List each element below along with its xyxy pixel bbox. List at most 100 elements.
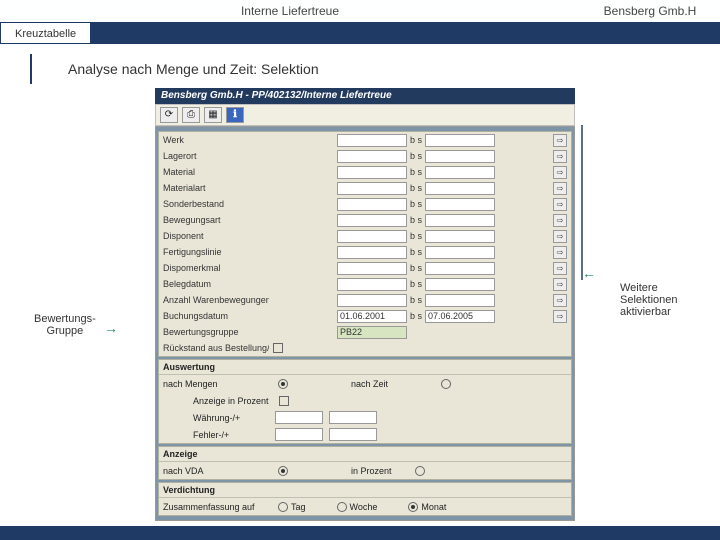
annotation-left: Bewertungs-Gruppe [34,313,96,337]
radio[interactable] [278,502,288,512]
sel-label: Bewegungsart [159,215,269,225]
sel-mid: b s [407,311,425,321]
row-label: Währung-/+ [163,413,275,423]
sel-from[interactable] [337,198,407,211]
sel-from[interactable] [337,214,407,227]
sel-from[interactable] [337,230,407,243]
multi-select-icon[interactable]: ⇨ [553,214,567,227]
group-title: Verdichtung [159,483,571,498]
sel-to[interactable] [425,150,495,163]
sel-from[interactable] [337,262,407,275]
sap-window: Bensberg Gmb.H - PP/402132/Interne Liefe… [155,88,575,521]
sel-to[interactable] [425,182,495,195]
sel-from[interactable] [337,134,407,147]
sel-label: Rückstand aus Bestellung/LP [159,343,269,353]
sel-to[interactable]: 07.06.2005 [425,310,495,323]
opt-label: Tag [291,502,306,512]
row-label: Fehler-/+ [163,430,275,440]
tab-kreuztabelle[interactable]: Kreuztabelle [0,22,91,44]
sel-to[interactable] [425,294,495,307]
sel-mid: b s [407,247,425,257]
toolbar-btn-grid[interactable]: ▦ [204,107,222,123]
row-label: nach VDA [163,466,275,476]
selection-panel: Werkb s⇨ Lagerortb s⇨ Materialb s⇨ Mater… [158,131,572,357]
bracket-line [581,125,583,280]
input[interactable] [275,411,323,424]
radio[interactable] [278,379,288,389]
sel-from[interactable] [337,294,407,307]
tab-row: Kreuztabelle [0,22,720,44]
row-label: Zusammenfassung auf [163,502,275,512]
sel-to[interactable] [425,230,495,243]
multi-select-icon[interactable]: ⇨ [553,278,567,291]
sel-label: Materialart [159,183,269,193]
sel-mid: b s [407,151,425,161]
multi-select-icon[interactable]: ⇨ [553,294,567,307]
sel-from[interactable] [337,278,407,291]
sel-from[interactable] [337,246,407,259]
sel-to[interactable] [425,246,495,259]
sel-from[interactable]: 01.06.2001 [337,310,407,323]
brand-label: Bensberg Gmb.H [580,0,720,22]
sel-from[interactable] [337,182,407,195]
sel-label: Disponent [159,231,269,241]
sel-mid: b s [407,263,425,273]
sel-mid: b s [407,279,425,289]
section-heading: Analyse nach Menge und Zeit: Selektion [30,54,720,84]
group-title: Auswertung [159,360,571,375]
row-label: nach Mengen [163,379,275,389]
sel-to[interactable] [425,214,495,227]
sel-to[interactable] [425,262,495,275]
toolbar-btn-info[interactable]: ℹ [226,107,244,123]
multi-select-icon[interactable]: ⇨ [553,246,567,259]
sel-label: Fertigungslinie [159,247,269,257]
eval-panel: Auswertung nach Mengennach Zeit Anzeige … [158,359,572,444]
sel-label: Belegdatum [159,279,269,289]
input[interactable] [329,411,377,424]
sel-from[interactable] [337,150,407,163]
sel-to[interactable] [425,278,495,291]
multi-select-icon[interactable]: ⇨ [553,134,567,147]
multi-select-icon[interactable]: ⇨ [553,310,567,323]
sel-mid: b s [407,295,425,305]
toolbar-btn-execute[interactable]: ⟳ [160,107,178,123]
input[interactable] [329,428,377,441]
bottom-bar [0,526,720,540]
checkbox[interactable] [279,396,289,406]
radio[interactable] [415,466,425,476]
sel-to[interactable] [425,198,495,211]
sel-label: Anzahl Warenbewegungen [159,295,269,305]
multi-select-icon[interactable]: ⇨ [553,166,567,179]
compact-panel: Verdichtung Zusammenfassung auf Tag Woch… [158,482,572,516]
radio[interactable] [337,502,347,512]
sel-from[interactable] [337,166,407,179]
radio[interactable] [441,379,451,389]
sel-mid: b s [407,215,425,225]
sel-label: Buchungsdatum [159,311,269,321]
sel-label: Bewertungsgruppe [159,327,269,337]
sap-title: Bensberg Gmb.H - PP/402132/Interne Liefe… [155,88,575,104]
sel-label: Sonderbestand [159,199,269,209]
multi-select-icon[interactable]: ⇨ [553,182,567,195]
sel-from[interactable]: PB22 [337,326,407,339]
radio[interactable] [408,502,418,512]
input[interactable] [275,428,323,441]
sel-label: Werk [159,135,269,145]
opt-label: in Prozent [351,466,392,476]
page-title: Interne Liefertreue [0,0,580,22]
toolbar-btn-print[interactable]: ⎙ [182,107,200,123]
multi-select-icon[interactable]: ⇨ [553,230,567,243]
radio[interactable] [278,466,288,476]
sel-to[interactable] [425,134,495,147]
multi-select-icon[interactable]: ⇨ [553,262,567,275]
sel-to[interactable] [425,166,495,179]
multi-select-icon[interactable]: ⇨ [553,150,567,163]
sel-mid: b s [407,199,425,209]
checkbox[interactable] [273,343,283,353]
multi-select-icon[interactable]: ⇨ [553,198,567,211]
arrow-left-icon: ← [582,265,596,281]
sel-mid: b s [407,231,425,241]
row-label: Anzeige in Prozent [163,396,275,406]
sel-label: Dispomerkmal [159,263,269,273]
sel-label: Lagerort [159,151,269,161]
